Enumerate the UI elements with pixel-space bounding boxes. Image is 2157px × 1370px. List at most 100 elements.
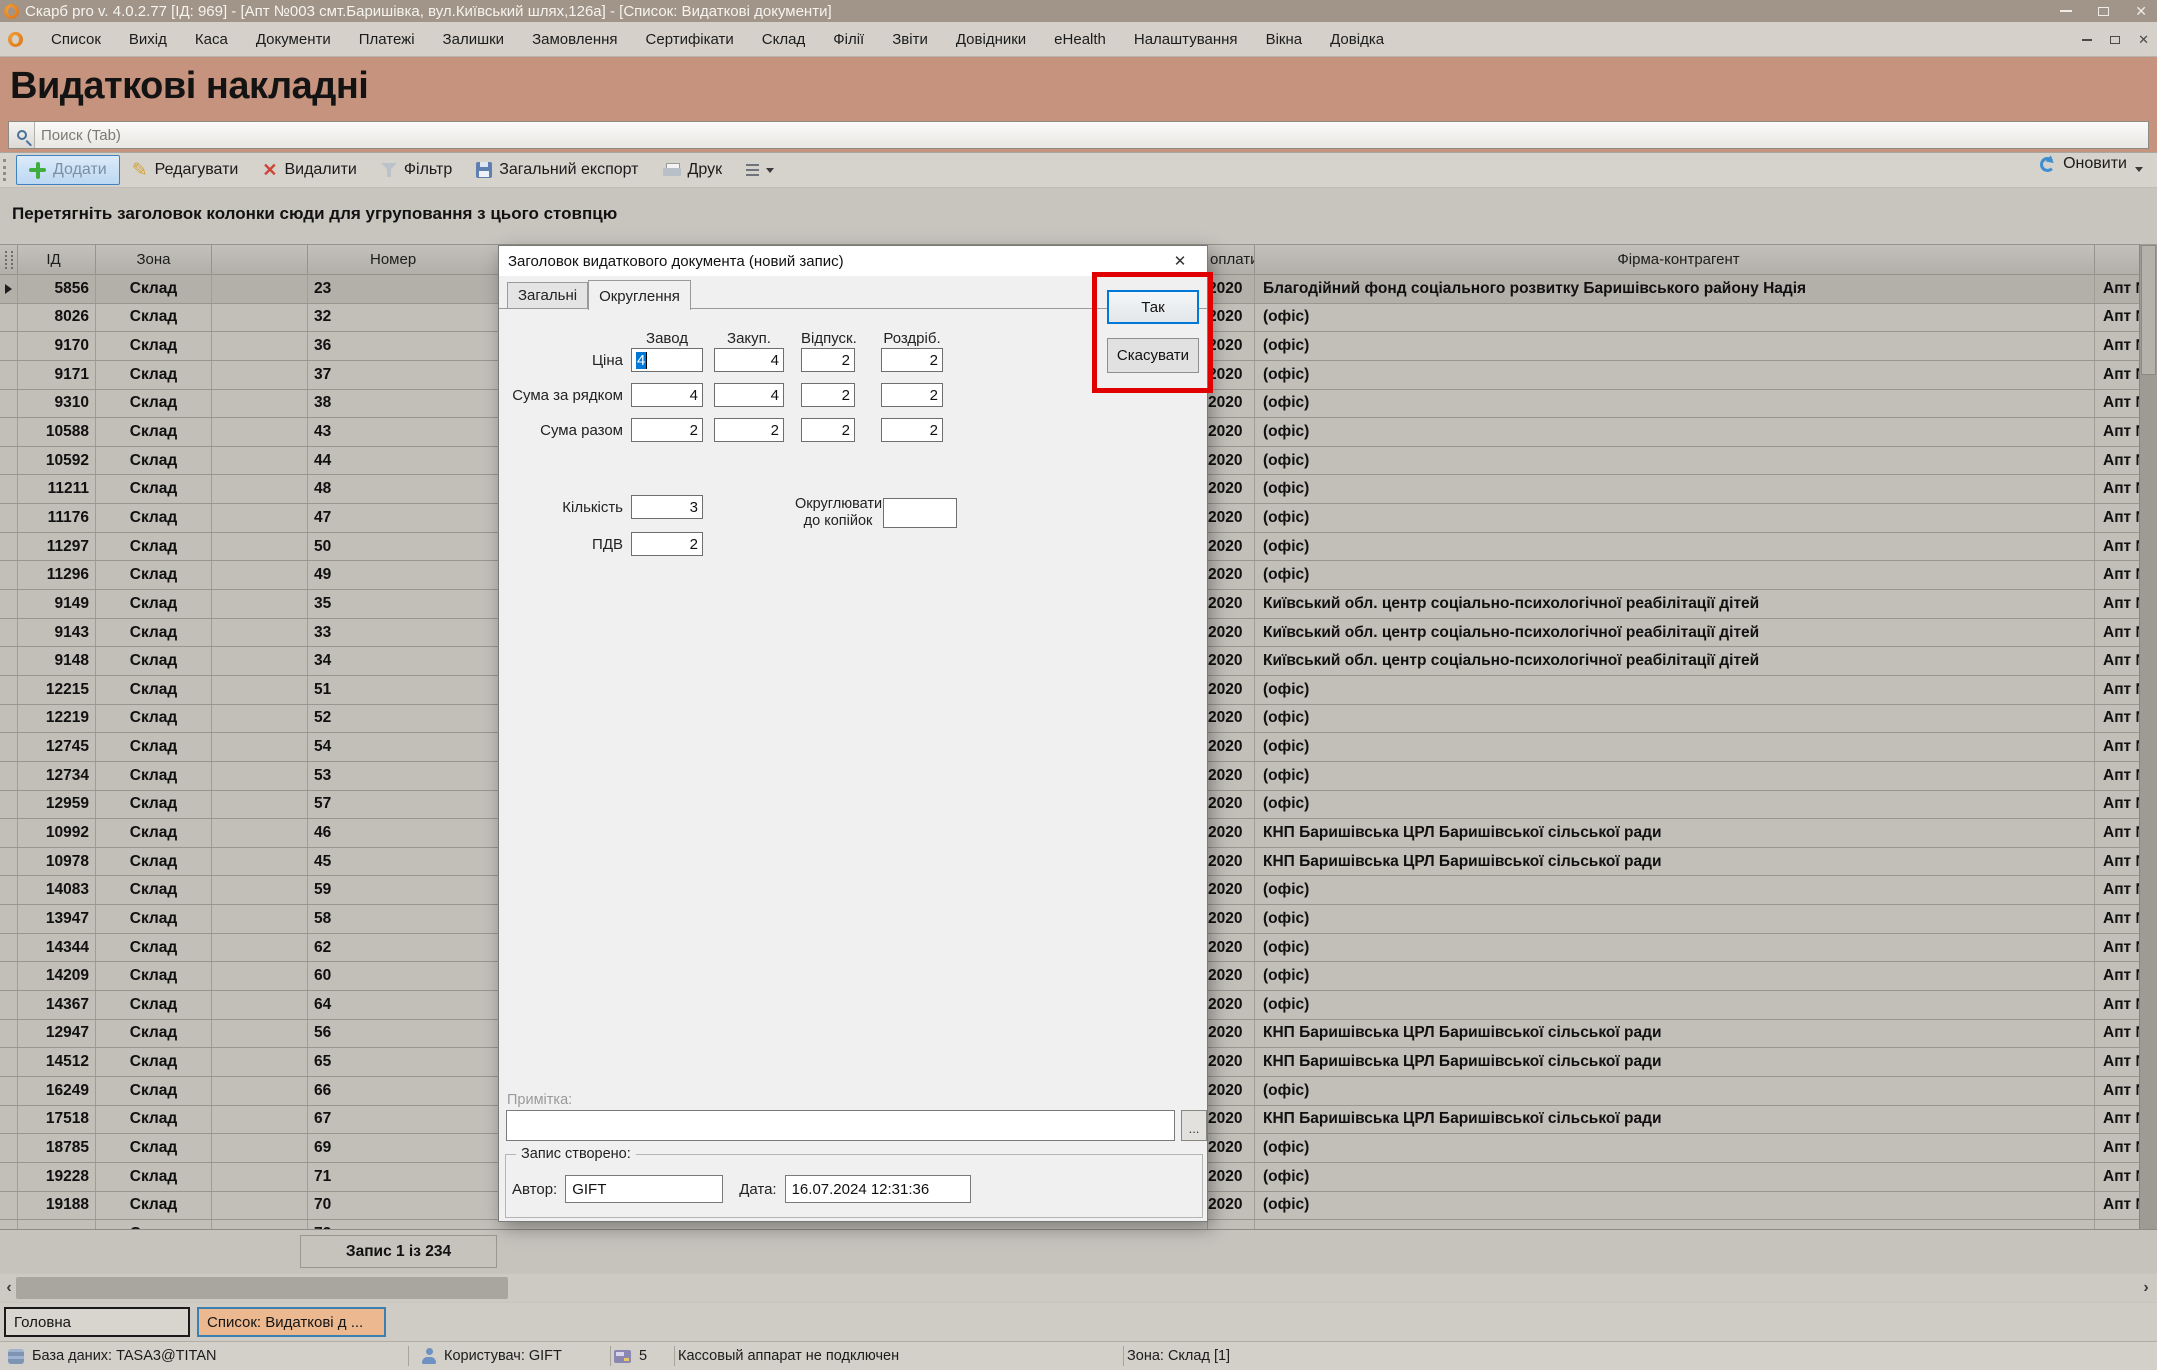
close-icon[interactable]: ✕ (2135, 4, 2147, 18)
minimize-icon[interactable] (2060, 10, 2072, 12)
cell-id: 12959 (18, 791, 96, 819)
rounding-field[interactable]: 4 (631, 383, 703, 407)
rounding-grid-row: Ціна4422 (507, 348, 943, 372)
rounding-field[interactable]: 2 (714, 418, 784, 442)
menu-item-3[interactable]: Каса (181, 31, 242, 48)
tab-home[interactable]: Головна (4, 1307, 190, 1337)
delete-button[interactable]: ✕ Видалити (250, 155, 368, 185)
menu-item-9[interactable]: Склад (748, 31, 819, 48)
note-field[interactable] (506, 1110, 1175, 1141)
cell-id: 19188 (18, 1192, 96, 1220)
cell-id: 10992 (18, 819, 96, 847)
cell-zone: Склад (96, 819, 212, 847)
list-options-button[interactable] (734, 155, 786, 185)
tab-list-active[interactable]: Список: Видаткові д ... (197, 1307, 386, 1337)
rounding-field[interactable]: 2 (801, 383, 855, 407)
mdi-minimize-icon[interactable] (2082, 39, 2092, 41)
cell-firm: Київський обл. центр соціально-психологі… (1255, 590, 2095, 618)
dialog-close-icon[interactable]: ✕ (1165, 250, 1195, 272)
rounding-field[interactable]: 2 (881, 348, 943, 372)
menu-item-11[interactable]: Звіти (878, 31, 942, 48)
rounding-field[interactable]: 2 (631, 418, 703, 442)
cell-zone: Склад (96, 762, 212, 790)
menu-item-12[interactable]: Довідники (942, 31, 1040, 48)
mdi-restore-icon[interactable] (2110, 36, 2120, 44)
filter-button[interactable]: Фільтр (369, 155, 464, 185)
toolbar-grip[interactable] (3, 159, 6, 181)
vertical-scrollbar[interactable] (2139, 244, 2157, 1272)
cell-pay-fragment: 2020 (1208, 447, 1255, 475)
menu-item-4[interactable]: Документи (242, 31, 345, 48)
rounding-field[interactable]: 2 (881, 418, 943, 442)
search-input[interactable] (35, 127, 2148, 144)
cell-zone: Склад (96, 590, 212, 618)
dialog-tab-rounding[interactable]: Округлення (588, 280, 691, 310)
cell-pay-fragment: 2020 (1208, 533, 1255, 561)
rounding-field[interactable]: 4 (714, 348, 784, 372)
menu-item-14[interactable]: Налаштування (1120, 31, 1252, 48)
header-pay-fragment[interactable]: оплати (1208, 245, 1255, 274)
rounding-field[interactable]: 4 (631, 348, 703, 372)
scroll-right-icon[interactable]: › (2137, 1274, 2155, 1302)
restore-icon[interactable] (2098, 7, 2109, 16)
menu-item-5[interactable]: Платежі (345, 31, 429, 48)
search-button[interactable] (9, 122, 35, 148)
cell-empty (212, 1134, 308, 1162)
row-indicator-cell (0, 1134, 18, 1162)
cell-zone: Склад (96, 561, 212, 589)
date-field[interactable] (785, 1175, 971, 1203)
row-indicator-cell (0, 590, 18, 618)
cell-id: 14367 (18, 991, 96, 1019)
vat-field[interactable]: 2 (631, 532, 703, 556)
annotation-highlight (1092, 272, 1213, 393)
menu-item-7[interactable]: Замовлення (518, 31, 631, 48)
menu-item-8[interactable]: Сертифікати (632, 31, 748, 48)
cell-firm: (офіс) (1255, 934, 2095, 962)
cell-empty (212, 733, 308, 761)
round-to-kopecks-field[interactable] (883, 498, 957, 528)
header-firm[interactable]: Фірма-контрагент (1255, 245, 2095, 274)
header-zone[interactable]: Зона (96, 245, 212, 274)
cell-pay-fragment: 2020 (1208, 390, 1255, 418)
horizontal-scrollbar-thumb[interactable] (16, 1277, 508, 1299)
menu-item-13[interactable]: eHealth (1040, 31, 1120, 48)
print-button[interactable]: Друк (651, 155, 735, 185)
cell-id: 12219 (18, 705, 96, 733)
author-label: Автор: (512, 1181, 557, 1198)
quantity-field[interactable]: 3 (631, 495, 703, 519)
vertical-scrollbar-thumb[interactable] (2141, 245, 2156, 375)
note-more-button[interactable]: ... (1181, 1110, 1207, 1141)
export-button[interactable]: Загальний експорт (464, 155, 650, 185)
cell-empty (212, 390, 308, 418)
cell-pay-fragment: 2020 (1208, 762, 1255, 790)
header-empty[interactable] (212, 245, 308, 274)
add-button[interactable]: Додати (16, 155, 120, 185)
row-indicator-cell (0, 1106, 18, 1134)
cell-zone: Склад (96, 1220, 212, 1229)
header-id[interactable]: ІД (18, 245, 96, 274)
search-box[interactable] (8, 121, 2149, 149)
row-indicator-cell (0, 647, 18, 675)
statusbar-cash-message: Кассовый аппарат не подключен (678, 1348, 899, 1364)
refresh-button[interactable]: Оновити (2040, 155, 2143, 173)
rounding-field[interactable]: 4 (714, 383, 784, 407)
rounding-field[interactable]: 2 (881, 383, 943, 407)
horizontal-scrollbar[interactable]: ‹ › (0, 1274, 2157, 1302)
dialog-tab-general[interactable]: Загальні (507, 282, 588, 309)
pencil-icon: ✎ (132, 161, 148, 180)
edit-button[interactable]: ✎ Редагувати (120, 155, 251, 185)
note-input[interactable] (507, 1111, 1174, 1140)
add-button-label: Додати (53, 161, 107, 179)
menu-item-10[interactable]: Філії (819, 31, 878, 48)
rounding-field[interactable]: 2 (801, 418, 855, 442)
menu-item-2[interactable]: Вихід (115, 31, 181, 48)
menu-item-16[interactable]: Довідка (1316, 31, 1398, 48)
menu-item-6[interactable]: Залишки (429, 31, 519, 48)
cell-zone: Склад (96, 905, 212, 933)
rounding-field[interactable]: 2 (801, 348, 855, 372)
menu-item-15[interactable]: Вікна (1252, 31, 1317, 48)
column-chooser-icon[interactable] (0, 245, 18, 274)
menu-item-1[interactable]: Список (37, 31, 115, 48)
mdi-close-icon[interactable]: ✕ (2138, 32, 2149, 48)
author-field[interactable] (565, 1175, 723, 1203)
